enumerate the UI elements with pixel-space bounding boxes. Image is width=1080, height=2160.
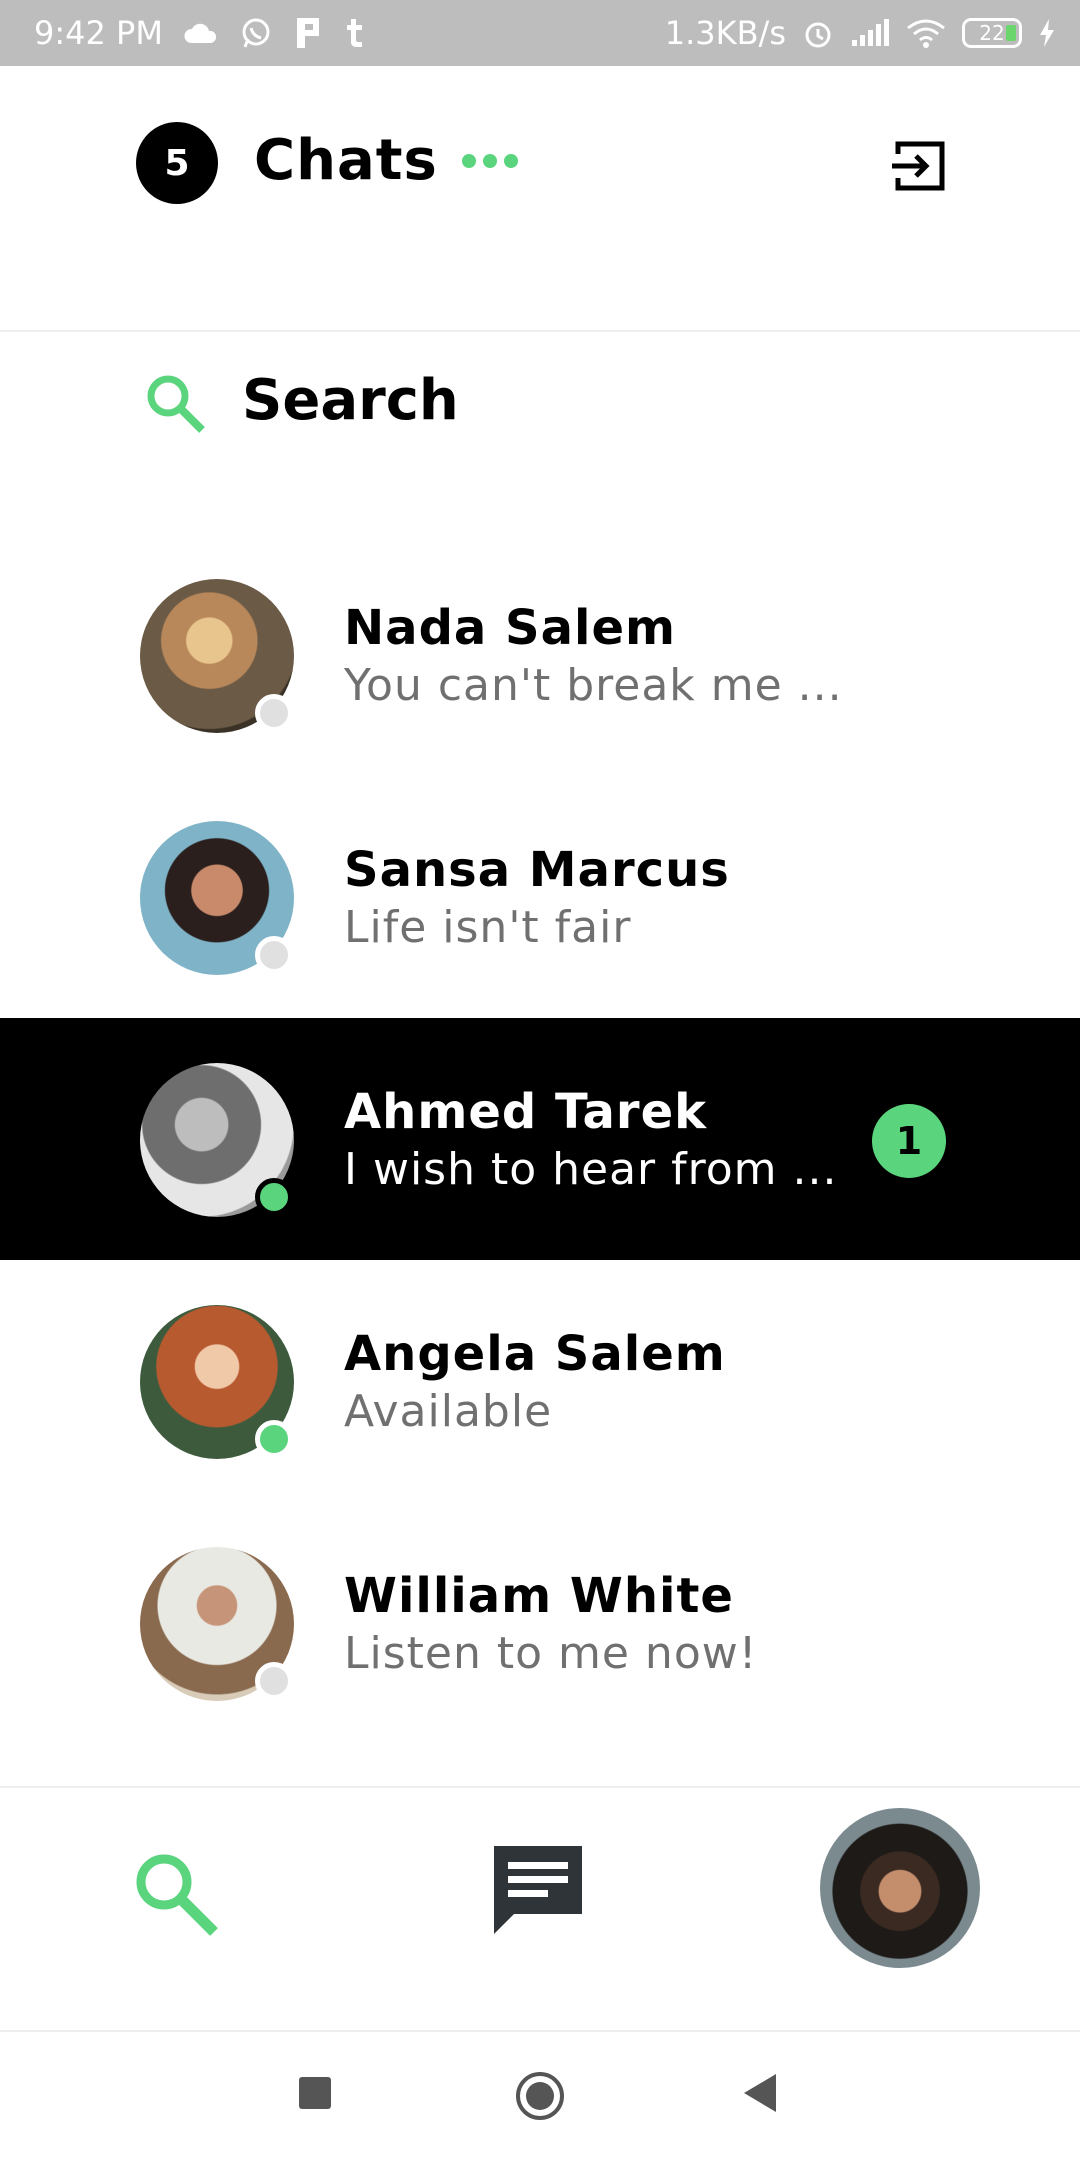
charging-icon bbox=[1038, 18, 1056, 48]
wifi-icon bbox=[906, 18, 946, 48]
chat-last-message: Available bbox=[344, 1386, 553, 1437]
chat-item-sansa-marcus[interactable]: Sansa Marcus Life isn't fair bbox=[0, 776, 1080, 1018]
nav-search-icon[interactable] bbox=[130, 1848, 222, 1940]
chat-name: Ahmed Tarek bbox=[344, 1084, 708, 1140]
battery-level: 22 bbox=[979, 21, 1005, 45]
home-circle-icon[interactable] bbox=[514, 2070, 566, 2126]
chat-name: William White bbox=[344, 1568, 734, 1624]
chat-item-nada-salem[interactable]: Nada Salem You can't break me ... bbox=[0, 534, 1080, 776]
chat-item-william-white[interactable]: William White Listen to me now! bbox=[0, 1502, 1080, 1744]
back-triangle-icon[interactable] bbox=[742, 2072, 778, 2118]
more-dots-icon[interactable] bbox=[462, 154, 518, 168]
logout-icon[interactable] bbox=[890, 136, 950, 196]
status-dot-offline bbox=[255, 936, 293, 974]
system-nav-bar bbox=[0, 2030, 1080, 2160]
search-bar[interactable]: Search bbox=[0, 332, 1080, 472]
status-dot-online bbox=[255, 1178, 293, 1216]
search-label: Search bbox=[242, 368, 459, 433]
bottom-nav bbox=[0, 1788, 1080, 2028]
chat-last-message: You can't break me ... bbox=[344, 660, 843, 711]
chat-name: Angela Salem bbox=[344, 1326, 726, 1382]
search-icon bbox=[144, 372, 208, 436]
alarm-icon bbox=[802, 17, 834, 49]
battery-icon: 22 bbox=[962, 18, 1022, 48]
chat-last-message: I wish to hear from ... bbox=[344, 1144, 838, 1195]
chat-name: Nada Salem bbox=[344, 600, 677, 656]
signal-icon bbox=[850, 18, 890, 48]
whatsapp-icon bbox=[239, 16, 273, 50]
status-time: 9:42 PM bbox=[34, 14, 163, 52]
chat-count-badge: 5 bbox=[136, 122, 218, 204]
chat-last-message: Life isn't fair bbox=[344, 902, 632, 953]
page-title: Chats bbox=[254, 128, 438, 193]
unread-badge: 1 bbox=[872, 1104, 946, 1178]
status-bar: 9:42 PM 1.3KB/s 22 bbox=[0, 0, 1080, 66]
cloud-icon bbox=[183, 21, 219, 45]
chat-item-ahmed-tarek[interactable]: Ahmed Tarek I wish to hear from ... 1 bbox=[0, 1018, 1080, 1260]
chat-item-angela-salem[interactable]: Angela Salem Available bbox=[0, 1260, 1080, 1502]
status-dot-online bbox=[255, 1420, 293, 1458]
profile-avatar[interactable] bbox=[820, 1808, 980, 1968]
status-dot-offline bbox=[255, 694, 293, 732]
status-dot-offline bbox=[255, 1662, 293, 1700]
chat-last-message: Listen to me now! bbox=[344, 1628, 758, 1679]
network-speed: 1.3KB/s bbox=[664, 14, 786, 52]
p-app-icon bbox=[293, 16, 323, 50]
nav-chat-icon[interactable] bbox=[490, 1840, 586, 1940]
tumblr-icon bbox=[343, 17, 365, 49]
recents-square-icon[interactable] bbox=[298, 2076, 332, 2114]
chat-name: Sansa Marcus bbox=[344, 842, 730, 898]
header: 5 Chats bbox=[0, 66, 1080, 330]
